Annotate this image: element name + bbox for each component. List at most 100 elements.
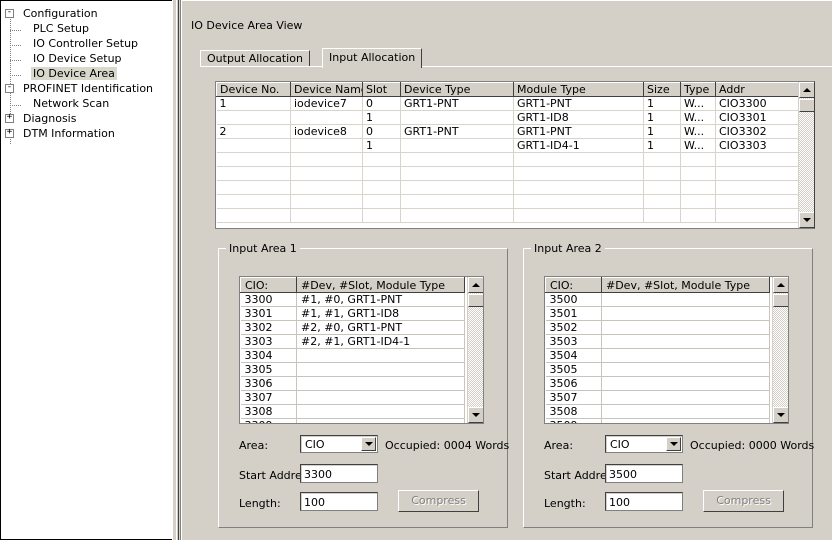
- area-select[interactable]: CIO: [605, 435, 683, 453]
- tree-connector-line: [10, 30, 21, 31]
- table-row[interactable]: [216, 194, 800, 209]
- scroll-down-button[interactable]: [773, 407, 788, 423]
- panel-splitter[interactable]: [172, 0, 181, 540]
- scroll-up-button[interactable]: [799, 82, 814, 98]
- column-header-device-no[interactable]: Device No.: [216, 82, 291, 97]
- table-row[interactable]: [216, 166, 800, 181]
- tab-input-allocation[interactable]: Input Allocation: [322, 48, 423, 68]
- start-address-input[interactable]: 3500: [605, 464, 683, 483]
- cell-device-name: iodevice8: [290, 124, 363, 139]
- collapse-toggle-icon[interactable]: -: [5, 83, 14, 93]
- cell-cio: 3508: [545, 404, 602, 419]
- compress-button[interactable]: Compress: [703, 490, 784, 512]
- list-item[interactable]: 3506: [545, 376, 770, 391]
- cell-type: [680, 166, 716, 181]
- length-label: Length:: [239, 497, 281, 510]
- table-row[interactable]: [216, 208, 800, 223]
- length-input[interactable]: 100: [300, 492, 378, 511]
- occupied-value: 0004: [443, 439, 472, 452]
- scroll-down-button[interactable]: [468, 407, 483, 423]
- table-row[interactable]: 1 iodevice7 0 GRT1-PNT GRT1-PNT 1 W... C…: [216, 96, 800, 111]
- list-item[interactable]: 3502: [545, 320, 770, 335]
- cell-device-type: GRT1-PNT: [400, 124, 514, 139]
- length-input[interactable]: 100: [605, 492, 683, 511]
- column-header-module[interactable]: #Dev, #Slot, Module Type: [601, 277, 770, 293]
- cell-device-type: [400, 152, 514, 167]
- list-item[interactable]: 3306: [240, 376, 465, 391]
- cell-cio: 3306: [240, 376, 297, 391]
- column-header-size[interactable]: Size: [643, 82, 681, 97]
- list-item[interactable]: 3309: [240, 418, 465, 423]
- input-area-1-scrollbar[interactable]: [467, 277, 483, 423]
- cell-cio: 3505: [545, 362, 602, 377]
- table-row[interactable]: 1 GRT1-ID4-1 1 W... CIO3303: [216, 138, 800, 153]
- list-item[interactable]: 3504: [545, 348, 770, 363]
- column-header-cio[interactable]: CIO:: [240, 277, 297, 293]
- list-item[interactable]: 3304: [240, 348, 465, 363]
- list-item[interactable]: 3509: [545, 418, 770, 423]
- cell-device-no: [216, 138, 291, 153]
- cell-cio: 3502: [545, 320, 602, 335]
- collapse-toggle-icon[interactable]: -: [5, 8, 14, 18]
- input-area-2-scrollbar[interactable]: [772, 277, 788, 423]
- table-row[interactable]: [216, 180, 800, 195]
- input-area-1-title: Input Area 1: [226, 242, 300, 255]
- area-select[interactable]: CIO: [300, 435, 378, 453]
- area-label: Area:: [544, 439, 574, 452]
- splitter-grip[interactable]: [176, 0, 179, 540]
- scroll-up-button[interactable]: [773, 277, 788, 293]
- list-item[interactable]: 3508: [545, 404, 770, 419]
- cell-module: [296, 404, 465, 419]
- column-header-device-type[interactable]: Device Type: [400, 82, 514, 97]
- table-row[interactable]: 2 iodevice8 0 GRT1-PNT GRT1-PNT 1 W... C…: [216, 124, 800, 139]
- device-allocation-grid[interactable]: Device No. Device Name Slot Device Type …: [215, 81, 815, 229]
- list-item[interactable]: 3503: [545, 334, 770, 349]
- list-item[interactable]: 3307: [240, 390, 465, 405]
- compress-button[interactable]: Compress: [398, 490, 479, 512]
- list-item[interactable]: 3501: [545, 306, 770, 321]
- cell-module: [296, 376, 465, 391]
- column-header-type[interactable]: Type: [680, 82, 716, 97]
- triangle-up-icon: [472, 283, 480, 287]
- tab-output-allocation[interactable]: Output Allocation: [200, 50, 310, 67]
- list-item[interactable]: 3301 #1, #1, GRT1-ID8: [240, 306, 465, 321]
- list-item[interactable]: 3300 #1, #0, GRT1-PNT: [240, 292, 465, 307]
- compress-button-label: Compress: [411, 494, 466, 507]
- scroll-up-button[interactable]: [468, 277, 483, 293]
- expand-toggle-icon[interactable]: +: [5, 128, 14, 138]
- column-header-addr[interactable]: Addr: [715, 82, 800, 97]
- length-label: Length:: [544, 497, 586, 510]
- column-header-module[interactable]: #Dev, #Slot, Module Type: [296, 277, 465, 293]
- scroll-thumb[interactable]: [773, 294, 788, 307]
- input-area-1-list[interactable]: CIO: #Dev, #Slot, Module Type 3300 #1, #…: [239, 276, 484, 424]
- io-device-area-window: - Configuration PLC Setup IO Controller …: [0, 0, 832, 540]
- cell-module-type: [513, 180, 644, 195]
- column-header-device-name[interactable]: Device Name: [290, 82, 363, 97]
- start-address-input[interactable]: 3300: [300, 464, 378, 483]
- cell-module: [601, 376, 770, 391]
- table-row[interactable]: 1 GRT1-ID8 1 W... CIO3301: [216, 110, 800, 125]
- input-area-2-title: Input Area 2: [531, 242, 605, 255]
- scroll-down-button[interactable]: [799, 212, 814, 228]
- list-item[interactable]: 3308: [240, 404, 465, 419]
- device-grid-vertical-scrollbar[interactable]: [798, 82, 814, 228]
- list-item[interactable]: 3505: [545, 362, 770, 377]
- list-item[interactable]: 3507: [545, 390, 770, 405]
- list-item[interactable]: 3500: [545, 292, 770, 307]
- cell-module: [296, 390, 465, 405]
- scroll-thumb[interactable]: [799, 99, 814, 112]
- list-item[interactable]: 3305: [240, 362, 465, 377]
- input-area-2-list[interactable]: CIO: #Dev, #Slot, Module Type 3500 3501 …: [544, 276, 789, 424]
- list-item[interactable]: 3302 #2, #0, GRT1-PNT: [240, 320, 465, 335]
- list-item[interactable]: 3303 #2, #1, GRT1-ID4-1: [240, 334, 465, 349]
- chevron-down-icon[interactable]: [361, 437, 376, 451]
- column-header-module-type[interactable]: Module Type: [513, 82, 644, 97]
- expand-toggle-icon[interactable]: +: [5, 113, 14, 123]
- column-header-cio[interactable]: CIO:: [545, 277, 602, 293]
- chevron-down-icon[interactable]: [666, 437, 681, 451]
- scroll-thumb[interactable]: [468, 294, 483, 307]
- column-header-slot[interactable]: Slot: [362, 82, 401, 97]
- cell-module: #2, #1, GRT1-ID4-1: [296, 334, 465, 349]
- table-row[interactable]: [216, 152, 800, 167]
- cell-module-type: GRT1-ID8: [513, 110, 644, 125]
